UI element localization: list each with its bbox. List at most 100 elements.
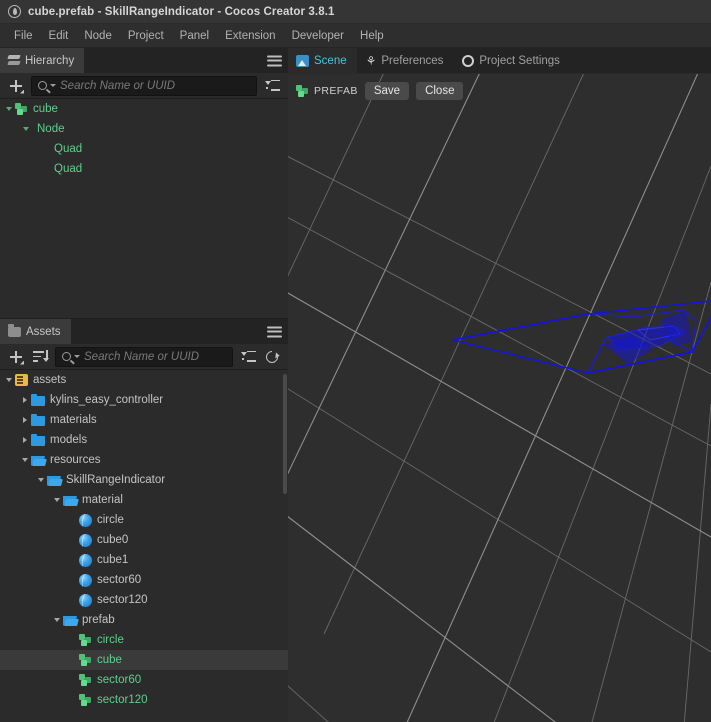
window-title: cube.prefab - SkillRangeIndicator - Coco… [28, 5, 335, 18]
tree-row-label: materials [50, 414, 97, 426]
tree-row[interactable]: cube [0, 99, 288, 119]
menu-item-edit[interactable]: Edit [41, 27, 77, 45]
chevron-down-icon[interactable] [50, 618, 63, 622]
tree-row-label: Quad [54, 143, 83, 155]
wrench-icon: ⚘ [365, 53, 377, 68]
folder-icon [8, 323, 21, 337]
search-icon [38, 81, 47, 90]
menu-item-node[interactable]: Node [76, 27, 120, 45]
folder-open-icon [31, 455, 45, 466]
tree-row[interactable]: Quad [0, 159, 288, 179]
search-dropdown-caret-icon[interactable] [50, 84, 56, 87]
prefab-node-icon [79, 694, 92, 706]
assets-menu-icon[interactable] [267, 326, 282, 337]
tree-row[interactable]: cube [0, 650, 288, 670]
assets-search-placeholder: Search Name or UUID [84, 350, 200, 363]
assets-tree[interactable]: assets kylins_easy_controller materials mod… [0, 370, 288, 717]
prefab-tag: PREFAB [296, 85, 358, 97]
scene-grid [288, 74, 711, 722]
chevron-right-icon[interactable] [18, 417, 31, 423]
tree-row[interactable]: SkillRangeIndicator [0, 470, 288, 490]
menu-item-panel[interactable]: Panel [172, 27, 217, 45]
tree-row[interactable]: sector60 [0, 570, 288, 590]
tree-row-label: kylins_easy_controller [50, 394, 164, 406]
tree-row-label: cube0 [97, 534, 129, 546]
tree-row[interactable]: material [0, 490, 288, 510]
tab-project-settings-label: Project Settings [479, 54, 560, 67]
tree-row[interactable]: cube0 [0, 530, 288, 550]
prefab-node-icon [296, 85, 309, 97]
folder-closed-icon [31, 393, 45, 406]
material-icon [79, 593, 92, 607]
hierarchy-tabbar: Hierarchy [0, 48, 288, 73]
chevron-down-icon[interactable] [34, 478, 47, 482]
tab-hierarchy[interactable]: Hierarchy [0, 48, 86, 73]
tree-row[interactable]: Quad [0, 139, 288, 159]
tree-row-label: sector120 [97, 594, 148, 606]
chevron-down-icon[interactable] [19, 127, 32, 131]
menu-item-file[interactable]: File [6, 27, 41, 45]
tree-row[interactable]: prefab [0, 610, 288, 630]
hierarchy-search-input[interactable]: Search Name or UUID [31, 75, 257, 96]
tree-row[interactable]: resources [0, 450, 288, 470]
chevron-down-icon[interactable] [50, 498, 63, 502]
prefab-edit-bar: PREFAB Save Close [288, 74, 711, 108]
tree-row[interactable]: cube1 [0, 550, 288, 570]
workspace: Hierarchy Search Name or UUID cube Node Qu… [0, 48, 711, 722]
search-icon [62, 352, 71, 361]
tree-row[interactable]: sector120 [0, 590, 288, 610]
title-bar: cube.prefab - SkillRangeIndicator - Coco… [0, 0, 711, 24]
tree-row[interactable]: assets [0, 370, 288, 390]
material-icon [79, 533, 92, 547]
chevron-right-icon[interactable] [18, 397, 31, 403]
tree-row[interactable]: materials [0, 410, 288, 430]
tree-row[interactable]: Node [0, 119, 288, 139]
tab-preferences-label: Preferences [381, 54, 444, 67]
add-node-icon[interactable] [7, 77, 25, 95]
right-column: Scene ⚘ Preferences Project Settings 3D [288, 48, 711, 722]
tree-row[interactable]: sector120 [0, 690, 288, 710]
sort-icon[interactable] [31, 348, 49, 366]
prefab-node-icon [15, 103, 28, 115]
add-asset-icon[interactable] [7, 348, 25, 366]
tab-scene[interactable]: Scene [288, 48, 358, 73]
hierarchy-toolbar: Search Name or UUID [0, 73, 288, 99]
tab-assets[interactable]: Assets [0, 319, 72, 344]
refresh-icon[interactable] [263, 348, 281, 366]
chevron-down-icon[interactable] [18, 458, 31, 462]
tree-row-label: sector120 [97, 694, 148, 706]
chevron-down-icon[interactable] [2, 378, 15, 382]
tree-row[interactable]: models [0, 430, 288, 450]
tree-row[interactable]: circle [0, 630, 288, 650]
menu-item-developer[interactable]: Developer [284, 27, 352, 45]
tree-row[interactable]: kylins_easy_controller [0, 390, 288, 410]
hierarchy-menu-icon[interactable] [267, 55, 282, 66]
menu-item-extension[interactable]: Extension [217, 27, 284, 45]
assets-search-input[interactable]: Search Name or UUID [55, 346, 233, 367]
tab-project-settings[interactable]: Project Settings [454, 48, 571, 73]
menu-bar: File Edit Node Project Panel Extension D… [0, 24, 711, 48]
tab-preferences[interactable]: ⚘ Preferences [357, 48, 455, 73]
search-dropdown-caret-icon[interactable] [74, 355, 80, 358]
prefab-node-icon [79, 654, 92, 666]
material-icon [79, 573, 92, 587]
tree-row-label: cube1 [97, 554, 129, 566]
tab-scene-label: Scene [314, 54, 347, 67]
chevron-right-icon[interactable] [18, 437, 31, 443]
prefab-node-icon [79, 674, 92, 686]
hierarchy-filter-list-icon[interactable] [263, 77, 281, 95]
assets-root-icon [15, 374, 28, 386]
menu-item-help[interactable]: Help [352, 27, 392, 45]
scene-viewport[interactable]: PREFAB Save Close [288, 74, 711, 722]
tree-row-label: material [82, 494, 123, 506]
tree-row-label: resources [50, 454, 101, 466]
assets-filter-list-icon[interactable] [239, 348, 257, 366]
layers-icon [8, 55, 20, 66]
close-button[interactable]: Close [416, 82, 464, 100]
menu-item-project[interactable]: Project [120, 27, 172, 45]
tree-row[interactable]: circle [0, 510, 288, 530]
save-button[interactable]: Save [364, 82, 410, 100]
chevron-down-icon[interactable] [2, 107, 15, 111]
hierarchy-tree[interactable]: cube Node Quad Quad [0, 99, 288, 318]
tree-row[interactable]: sector60 [0, 670, 288, 690]
